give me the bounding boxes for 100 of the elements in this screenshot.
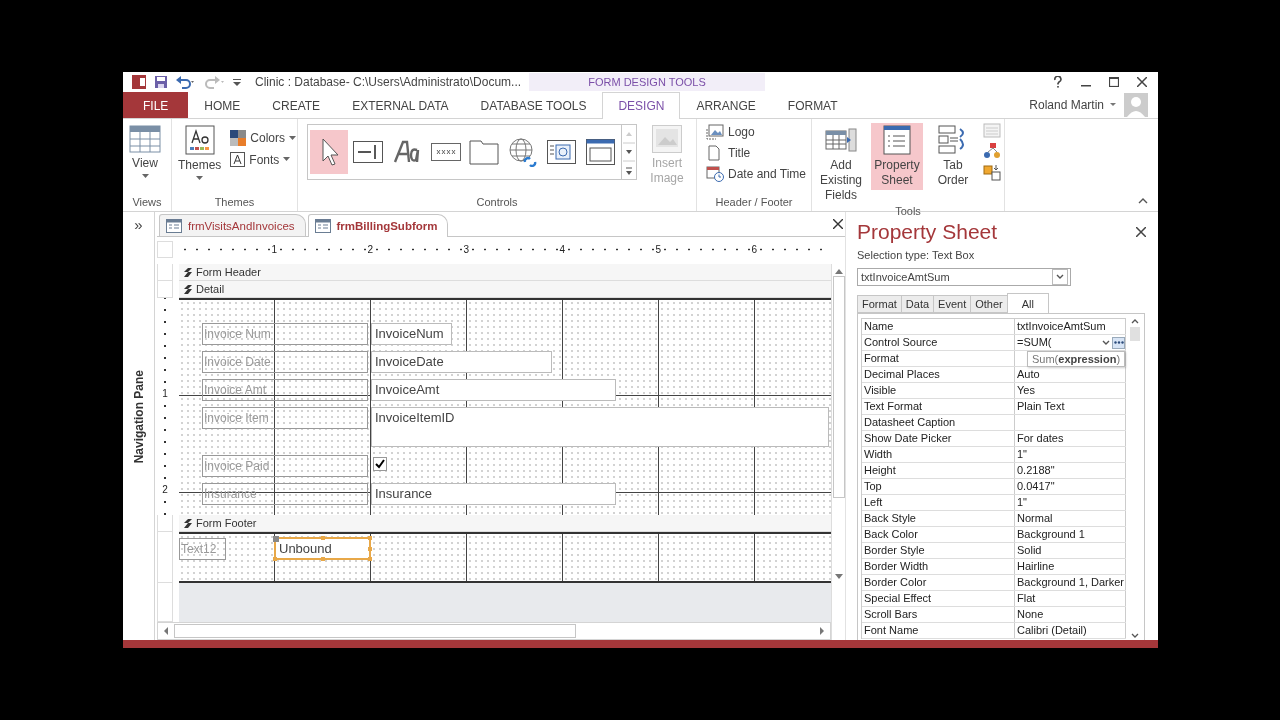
text-box-control[interactable]: InvoiceDate [371,351,552,373]
tab-order-button[interactable]: Tab Order [927,123,979,190]
property-value[interactable]: 1" [1015,447,1127,462]
checkbox-control[interactable] [373,457,387,471]
add-existing-fields-button[interactable]: Add Existing Fields [815,123,867,205]
property-value[interactable]: Flat [1015,591,1127,606]
text-box-control[interactable]: Insurance [371,483,616,505]
property-value[interactable]: txtInvoiceAmtSum [1015,319,1127,334]
vertical-scrollbar[interactable] [831,264,845,640]
property-name: Decimal Places [862,367,1015,382]
select-pointer-tool[interactable] [310,130,348,174]
section-bar[interactable]: Detail [179,281,831,298]
property-tab[interactable]: Format [857,295,901,313]
section-marker-icon [183,267,192,277]
convert-macros-icon[interactable] [983,163,1001,181]
collapse-ribbon-icon[interactable] [1138,197,1148,205]
user-name[interactable]: Roland Martin [1029,98,1104,112]
document-tab[interactable]: frmVisitsAndInvoices [159,214,306,236]
close-button[interactable] [1134,74,1150,90]
selection-type-text: Selection type: Text Box [857,249,976,261]
title-button[interactable]: Title [704,144,753,162]
property-tab[interactable]: Other [970,295,1007,313]
ribbon-tab[interactable]: DATABASE TOOLS [464,92,603,118]
property-value[interactable]: None [1015,607,1127,622]
property-name: Border Color [862,575,1015,590]
section-bar[interactable]: Form Footer [179,515,831,532]
horizontal-scrollbar[interactable] [157,622,831,640]
property-tab[interactable]: Event [933,295,971,313]
logo-button[interactable]: Logo [704,123,757,141]
scroll-up-icon[interactable] [834,268,843,274]
ribbon-tab[interactable]: FORMAT [771,92,854,118]
scrollbar-thumb[interactable] [1130,327,1141,341]
text-box-control[interactable]: InvoiceNum [371,323,452,345]
vertical-ruler [157,583,173,622]
ribbon-tab[interactable]: DESIGN [602,92,681,119]
ruler-number: 6 [750,244,758,255]
property-value[interactable]: For dates [1015,431,1127,446]
property-value[interactable]: Yes [1015,383,1127,398]
theme-swatch-icon [184,125,215,155]
property-sheet-button[interactable]: Property Sheet [871,123,923,190]
caret-icon [141,174,149,179]
scroll-left-icon[interactable] [162,627,170,635]
caret-icon[interactable] [1110,102,1118,108]
ruler-number: 2 [161,484,169,495]
maximize-icon [1109,77,1119,87]
group-label: Themes [213,196,256,210]
property-value[interactable]: Background 1 [1015,527,1127,542]
property-value[interactable]: Calibri (Detail) [1015,623,1127,638]
text-box-control[interactable]: InvoiceItemID [371,407,829,447]
property-name: Format [862,351,1015,366]
property-name: Font Name [862,623,1015,638]
property-name: Border Width [862,559,1015,574]
object-dropdown[interactable]: txtInvoiceAmtSum [857,268,1071,286]
property-value[interactable]: 1" [1015,495,1127,510]
property-value[interactable]: Plain Text [1015,399,1127,414]
property-value-field[interactable]: =SUM( [1015,335,1127,350]
scroll-down-icon[interactable] [834,574,843,580]
scroll-right-icon[interactable] [818,627,826,635]
text-box-control[interactable]: InvoiceAmt [371,379,616,401]
view-button[interactable]: View [126,123,164,181]
property-tab[interactable]: Data [900,295,934,313]
property-value[interactable]: Solid [1015,543,1127,558]
property-value[interactable]: Hairline [1015,559,1127,574]
text-box-control[interactable]: Unbound [274,537,371,560]
fonts-button[interactable]: Fonts [228,151,299,168]
property-name: Datasheet Caption [862,415,1015,430]
ruler-number: 1 [161,388,169,399]
property-value[interactable]: 0.2188" [1015,463,1127,478]
property-name: Name [862,319,1015,334]
color-squares-icon [230,130,247,146]
property-value[interactable]: 0.0417" [1015,479,1127,494]
form-icon [166,218,182,233]
ribbon-tab[interactable]: ARRANGE [680,92,772,118]
gallery-scroll-buttons[interactable] [621,125,636,179]
relationship-icon[interactable] [983,142,1001,160]
ribbon-tab[interactable]: CREATE [256,92,337,118]
section-marker-icon [183,284,192,294]
scroll-up-icon[interactable] [1131,318,1140,324]
ribbon-tab[interactable]: EXTERNAL DATA [336,92,465,118]
expand-pane-icon[interactable]: » [134,218,143,232]
property-scrollbar[interactable] [1128,318,1142,639]
pane-title: Property Sheet [857,220,998,244]
undo-icon[interactable] [175,74,197,90]
save-icon[interactable] [153,74,169,90]
property-name: Top [862,479,1015,494]
scroll-down-icon[interactable] [1131,633,1140,639]
property-name: Text Format [862,399,1015,414]
ribbon-tab[interactable]: FILE [123,92,189,118]
themes-button[interactable]: Themes [175,123,225,183]
section-bar[interactable]: Form Header [179,264,831,281]
colors-button[interactable]: Colors [228,129,299,147]
question-mark-icon [1053,76,1063,88]
property-value[interactable]: Background 1, Darker [1015,575,1127,590]
caret-icon [289,135,297,141]
date-and-time-button[interactable]: Date and Time [704,165,809,183]
build-icon[interactable] [1112,336,1126,349]
ribbon-tab[interactable]: HOME [188,92,257,118]
document-tab[interactable]: frmBillingSubform [307,214,449,237]
property-value[interactable]: Normal [1015,511,1127,526]
window-title: Clinic : Database- C:\Users\Administrato\Docum... [255,75,523,89]
